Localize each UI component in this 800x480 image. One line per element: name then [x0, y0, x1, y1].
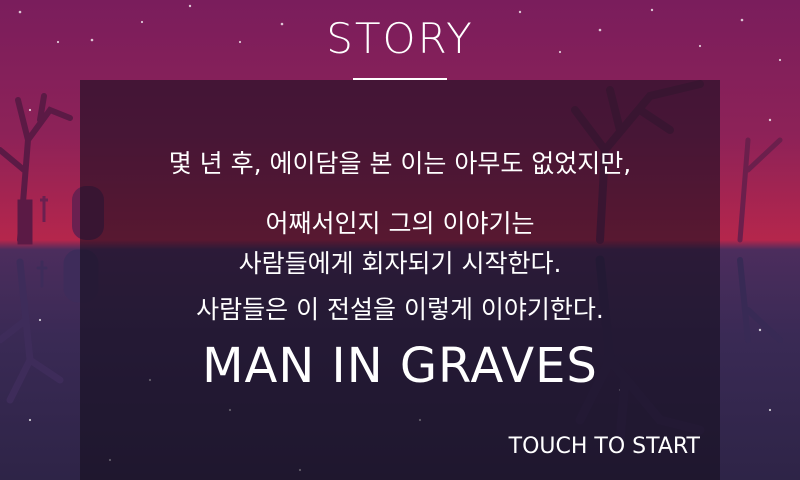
story-line-1: 몇 년 후, 에이담을 본 이는 아무도 없었지만,: [168, 149, 632, 178]
game-title: MAN IN GRAVES: [202, 338, 598, 394]
story-line-3: 사람들에게 회자되기 시작한다.: [238, 249, 562, 278]
story-line-2: 어째서인지 그의 이야기는: [265, 209, 535, 238]
story-screen[interactable]: STORY 몇 년 후, 에이담을 본 이는 아무도 없었지만, 어째서인지 그…: [0, 0, 800, 480]
story-line-4: 사람들은 이 전설을 이렇게 이야기한다.: [196, 295, 604, 324]
story-title: STORY: [326, 14, 474, 63]
story-panel: [80, 80, 720, 480]
touch-to-start-button[interactable]: TOUCH TO START: [509, 434, 700, 459]
